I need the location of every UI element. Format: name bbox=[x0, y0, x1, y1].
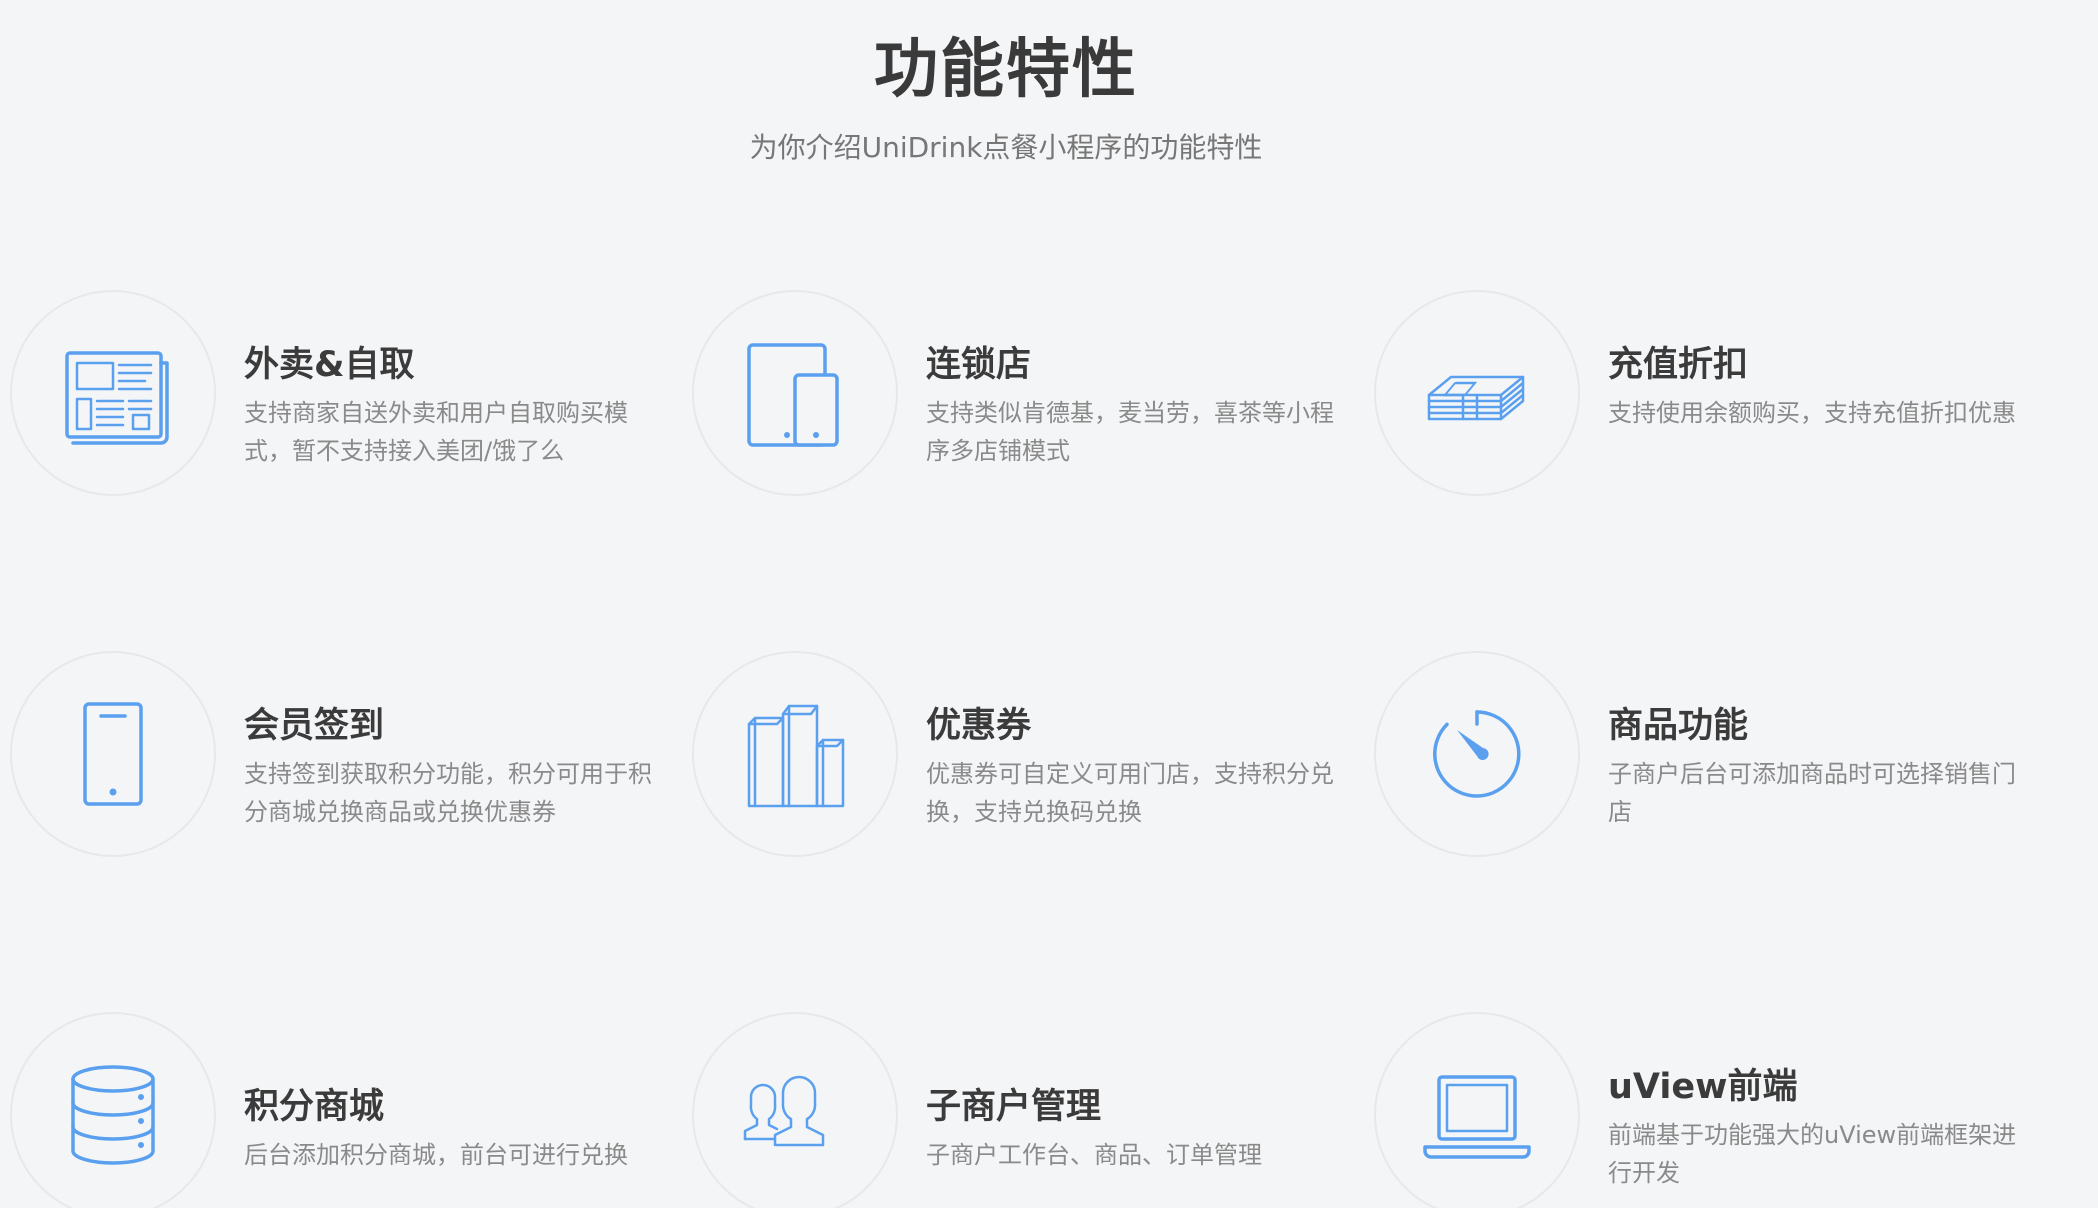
icon-circle bbox=[692, 290, 898, 496]
feature-desc: 支持商家自送外卖和用户自取购买模式，暂不支持接入美团/饿了么 bbox=[244, 399, 628, 465]
feature-card-delivery: 外卖&自取 支持商家自送外卖和用户自取购买模式，暂不支持接入美团/饿了么 bbox=[10, 290, 670, 500]
database-icon bbox=[71, 1065, 155, 1165]
feature-title: uView前端 bbox=[1608, 1067, 1798, 1107]
feature-desc: 子商户后台可添加商品时可选择销售门店 bbox=[1608, 760, 2016, 826]
timer-icon bbox=[1433, 710, 1521, 798]
users-icon bbox=[743, 1075, 825, 1147]
feature-card-recharge: 充值折扣 支持使用余额购买，支持充值折扣优惠 bbox=[1374, 290, 2034, 500]
icon-circle bbox=[1374, 651, 1580, 857]
feature-card-points-mall: 积分商城 后台添加积分商城，前台可进行兑换 bbox=[10, 1012, 670, 1208]
feature-desc: 支持类似肯德基，麦当劳，喜茶等小程序多店铺模式 bbox=[926, 399, 1334, 465]
feature-title: 子商户管理 bbox=[926, 1087, 1102, 1127]
feature-title: 积分商城 bbox=[244, 1087, 385, 1127]
feature-card-uview: uView前端 前端基于功能强大的uView前端框架进行开发 bbox=[1374, 1012, 2034, 1208]
feature-desc: 子商户工作台、商品、订单管理 bbox=[926, 1141, 1262, 1169]
feature-title: 商品功能 bbox=[1608, 706, 1749, 746]
feature-desc: 优惠券可自定义可用门店，支持积分兑换，支持兑换码兑换 bbox=[926, 760, 1334, 826]
feature-title: 优惠券 bbox=[926, 706, 1032, 746]
newspaper-icon bbox=[65, 351, 169, 445]
feature-title: 充值折扣 bbox=[1608, 345, 1749, 385]
feature-card-member-checkin: 会员签到 支持签到获取积分功能，积分可用于积分商城兑换商品或兑换优惠券 bbox=[10, 651, 670, 861]
mobile-phone-icon bbox=[83, 702, 143, 806]
feature-title: 会员签到 bbox=[244, 706, 385, 746]
section-subtitle: 为你介绍UniDrink点餐小程序的功能特性 bbox=[749, 131, 1263, 164]
feature-desc: 支持使用余额购买，支持充值折扣优惠 bbox=[1608, 399, 2016, 427]
feature-card-product: 商品功能 子商户后台可添加商品时可选择销售门店 bbox=[1374, 651, 2034, 861]
icon-circle bbox=[1374, 290, 1580, 496]
icon-circle bbox=[1374, 1012, 1580, 1208]
feature-desc: 支持签到获取积分功能，积分可用于积分商城兑换商品或兑换优惠券 bbox=[244, 760, 652, 826]
icon-circle bbox=[10, 1012, 216, 1208]
features-section: 功能特性 为你介绍UniDrink点餐小程序的功能特性 外卖&自取 支持商家自送… bbox=[0, 0, 2098, 1208]
feature-card-coupon: 优惠券 优惠券可自定义可用门店，支持积分兑换，支持兑换码兑换 bbox=[692, 651, 1352, 861]
feature-title: 连锁店 bbox=[926, 345, 1032, 385]
icon-circle bbox=[692, 651, 898, 857]
section-title: 功能特性 bbox=[874, 33, 1138, 107]
feature-title: 外卖&自取 bbox=[244, 345, 415, 385]
icon-circle bbox=[10, 651, 216, 857]
feature-card-chain-store: 连锁店 支持类似肯德基，麦当劳，喜茶等小程序多店铺模式 bbox=[692, 290, 1352, 500]
feature-card-sub-merchant: 子商户管理 子商户工作台、商品、订单管理 bbox=[692, 1012, 1352, 1208]
devices-icon bbox=[747, 343, 839, 447]
icon-circle bbox=[692, 1012, 898, 1208]
feature-desc: 后台添加积分商城，前台可进行兑换 bbox=[244, 1141, 628, 1169]
buildings-icon bbox=[747, 704, 845, 808]
laptop-icon bbox=[1423, 1075, 1531, 1159]
feature-desc: 前端基于功能强大的uView前端框架进行开发 bbox=[1608, 1121, 2017, 1187]
money-stack-icon bbox=[1427, 375, 1525, 421]
icon-circle bbox=[10, 290, 216, 496]
